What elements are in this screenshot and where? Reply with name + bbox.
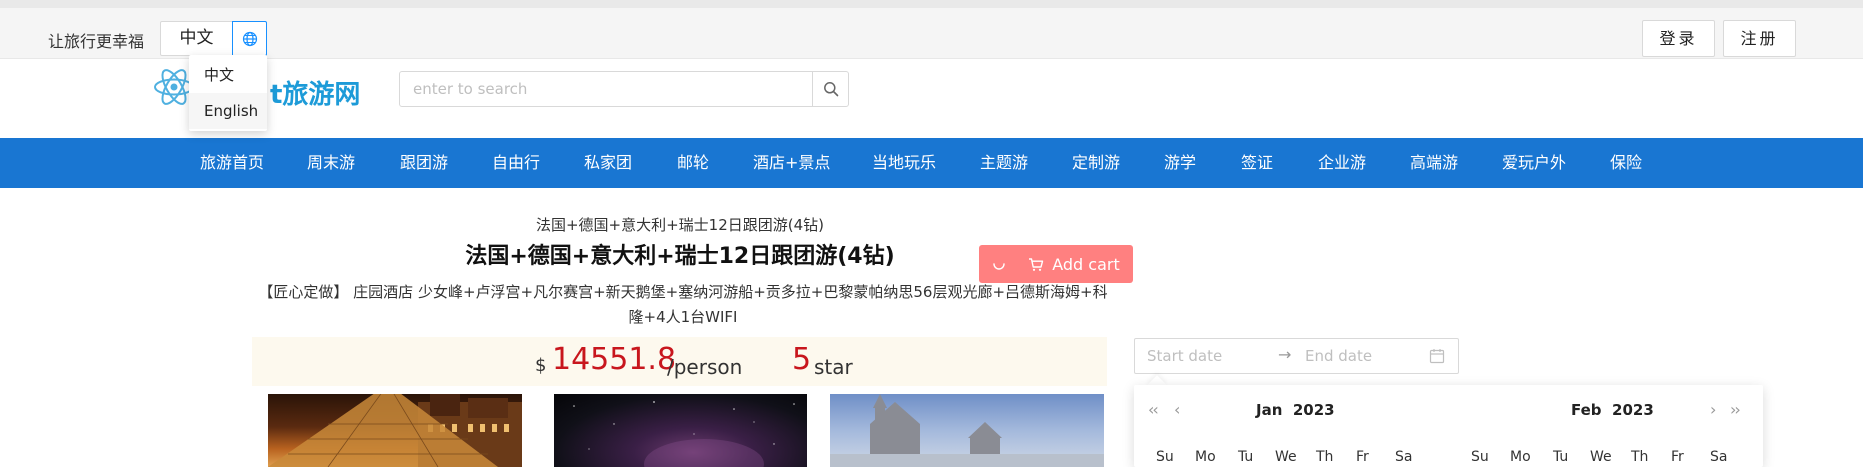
globe-button[interactable] <box>232 21 267 56</box>
right-month-title: Feb 2023 <box>1571 401 1654 419</box>
product-subtitle: 法国+德国+意大利+瑞士12日跟团游(4钻) <box>535 216 825 234</box>
weekday-header: Th <box>1316 449 1334 465</box>
left-month[interactable]: Jan <box>1256 401 1282 419</box>
search-button[interactable] <box>812 71 849 107</box>
weekday-header: Mo <box>1195 449 1216 465</box>
product-description: 【匠心定做】 庄园酒店 少女峰+卢浮宫+凡尔赛宫+新天鹅堡+塞纳河游船+贡多拉+… <box>258 283 1108 326</box>
search-icon <box>823 82 838 97</box>
weekday-header: Tu <box>1553 449 1569 465</box>
globe-icon <box>242 31 257 46</box>
right-month[interactable]: Feb <box>1571 401 1602 419</box>
add-cart-label: Add cart <box>1052 254 1120 274</box>
nav-item-corporate-tour[interactable]: 企业游 <box>1318 138 1366 188</box>
next-month-button[interactable]: › <box>1710 400 1717 419</box>
weekday-header: Th <box>1631 449 1649 465</box>
end-date-input[interactable]: End date <box>1305 347 1372 365</box>
nav-item-independent[interactable]: 自由行 <box>492 138 540 188</box>
language-dropdown: 中文 English <box>189 55 267 131</box>
nav-item-theme-tour[interactable]: 主题游 <box>980 138 1028 188</box>
nav-item-custom-tour[interactable]: 定制游 <box>1072 138 1120 188</box>
nav-item-luxury-tour[interactable]: 高端游 <box>1410 138 1458 188</box>
weekday-header: Sa <box>1395 449 1413 465</box>
product-title: 法国+德国+意大利+瑞士12日跟团游(4钻) <box>465 244 895 269</box>
price-currency: $ <box>535 355 547 376</box>
nav-item-hotel-attraction[interactable]: 酒店+景点 <box>753 138 830 188</box>
product-photo-louvre[interactable] <box>268 394 522 467</box>
price-unit: /person <box>667 355 743 379</box>
weekday-header: Fr <box>1356 449 1369 465</box>
calendar-dropdown: ‹‹ ‹ Jan 2023 Feb 2023 › ›› Su Mo Tu We … <box>1134 385 1763 467</box>
left-year[interactable]: 2023 <box>1293 401 1335 419</box>
nav-item-visa[interactable]: 签证 <box>1241 138 1273 188</box>
main-nav: 旅游首页 周末游 跟团游 自由行 私家团 邮轮 酒店+景点 当地玩乐 主题游 定… <box>0 138 1863 188</box>
date-range-picker[interactable]: Start date → End date <box>1134 338 1459 374</box>
right-year[interactable]: 2023 <box>1612 401 1654 419</box>
language-option-english[interactable]: English <box>189 93 267 129</box>
nav-item-insurance[interactable]: 保险 <box>1610 138 1642 188</box>
cart-icon <box>1029 257 1044 271</box>
prev-month-button[interactable]: ‹ <box>1174 400 1181 419</box>
next-year-button[interactable]: ›› <box>1730 400 1741 419</box>
star-rating-value: 5 <box>792 342 812 377</box>
language-select-button[interactable]: 中文 <box>160 21 233 56</box>
weekday-header: Su <box>1471 449 1489 465</box>
weekday-header: We <box>1275 449 1297 465</box>
register-button[interactable]: 注册 <box>1723 20 1796 57</box>
nav-item-weekend[interactable]: 周末游 <box>307 138 355 188</box>
nav-item-cruise[interactable]: 邮轮 <box>677 138 709 188</box>
logo-text[interactable]: t旅游网 <box>270 74 360 111</box>
add-cart-button[interactable]: Add cart <box>979 245 1133 283</box>
start-date-input[interactable]: Start date <box>1147 347 1222 365</box>
calendar-icon <box>1429 349 1445 364</box>
loading-spinner-icon <box>993 263 1005 270</box>
nav-item-local-fun[interactable]: 当地玩乐 <box>872 138 936 188</box>
slogan: 让旅行更幸福 <box>48 32 145 51</box>
nav-item-private-tour[interactable]: 私家团 <box>584 138 632 188</box>
weekday-header: Mo <box>1510 449 1531 465</box>
date-range-arrow: → <box>1278 345 1292 364</box>
product-photo-night-sky[interactable] <box>554 394 807 467</box>
top-bar: 让旅行更幸福 中文 登录 注册 <box>0 0 1863 59</box>
login-button[interactable]: 登录 <box>1642 20 1715 57</box>
nav-item-home[interactable]: 旅游首页 <box>200 138 264 188</box>
weekday-header: Su <box>1156 449 1174 465</box>
nav-item-outdoor[interactable]: 爱玩户外 <box>1502 138 1566 188</box>
star-rating-label: star <box>814 355 853 379</box>
search-input[interactable] <box>399 71 813 107</box>
language-option-chinese[interactable]: 中文 <box>189 57 267 93</box>
left-month-title: Jan 2023 <box>1256 401 1335 419</box>
weekday-header: Sa <box>1710 449 1728 465</box>
prev-year-button[interactable]: ‹‹ <box>1148 400 1159 419</box>
nav-item-study-tour[interactable]: 游学 <box>1164 138 1196 188</box>
price-value: 14551.8 <box>552 342 677 377</box>
product-photo-neuschwanstein[interactable] <box>830 394 1104 467</box>
weekday-header: Fr <box>1671 449 1684 465</box>
weekday-header: Tu <box>1238 449 1254 465</box>
weekday-header: We <box>1590 449 1612 465</box>
nav-item-group-tour[interactable]: 跟团游 <box>400 138 448 188</box>
